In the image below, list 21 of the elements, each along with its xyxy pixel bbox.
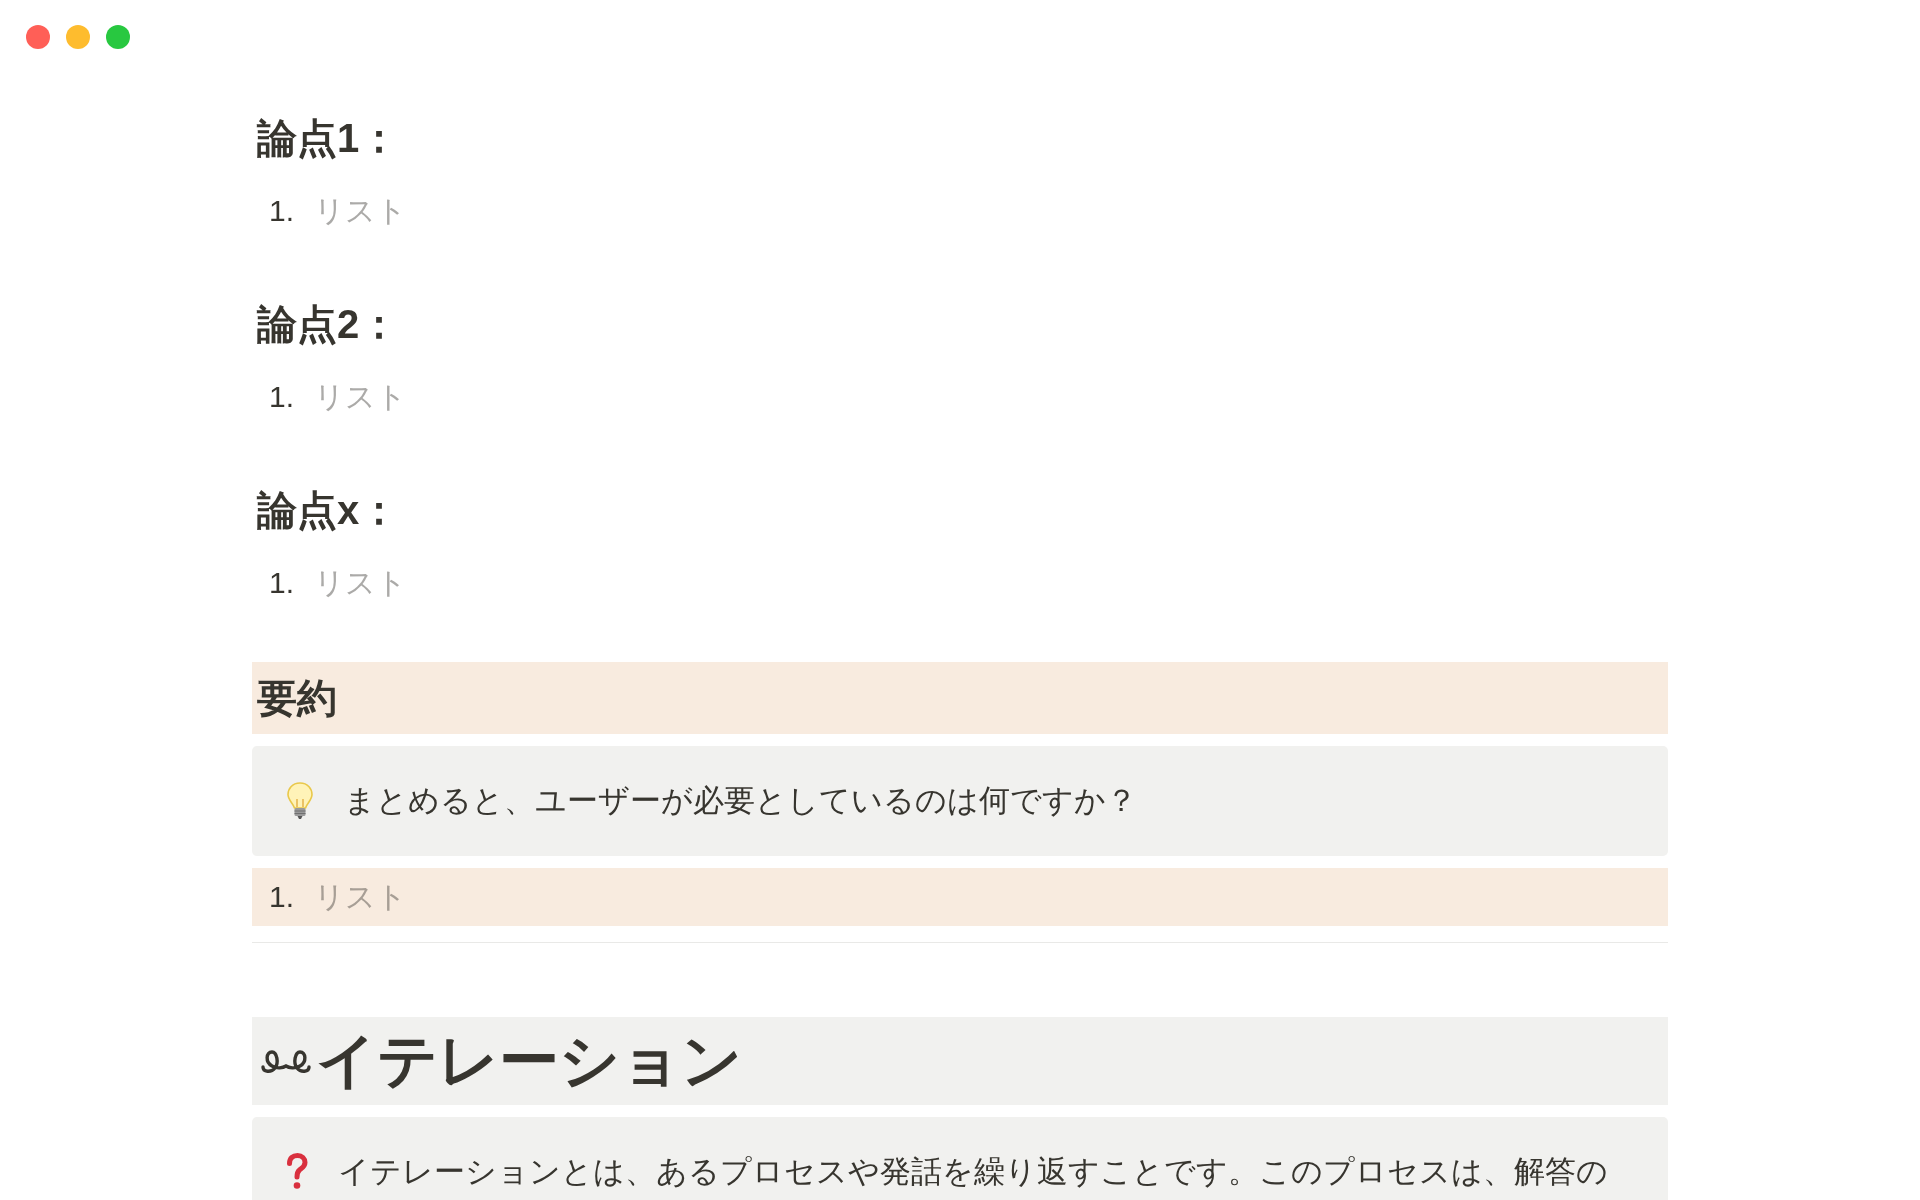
list-item-input[interactable]: リスト xyxy=(314,191,415,231)
loop-icon xyxy=(261,1048,311,1074)
question-mark-icon xyxy=(285,1153,309,1191)
section-heading: 論点1： xyxy=(255,115,401,162)
list-item-input[interactable]: リスト xyxy=(314,877,415,917)
list-number: 1. xyxy=(269,879,295,915)
list-item-input[interactable]: リスト xyxy=(314,377,415,417)
section-heading-banner: 要約 xyxy=(252,662,1668,734)
section-heading: 論点x： xyxy=(255,487,401,534)
callout-text: イテレーションとは、あるプロセスや発話を繰り返すことです。このプロセスは、解答の xyxy=(338,1153,1608,1191)
section-heading: 論点2： xyxy=(255,301,401,348)
zoom-button[interactable] xyxy=(106,25,130,49)
minimize-button[interactable] xyxy=(66,25,90,49)
list-item-input[interactable]: リスト xyxy=(314,563,415,603)
close-button[interactable] xyxy=(26,25,50,49)
page-heading: イテレーション xyxy=(316,1026,742,1096)
list-number: 1. xyxy=(269,379,295,415)
lightbulb-icon xyxy=(285,781,315,821)
callout-text: まとめると、ユーザーが必要としているのは何ですか？ xyxy=(344,782,1137,820)
list-number: 1. xyxy=(269,193,295,229)
list-number: 1. xyxy=(269,565,295,601)
